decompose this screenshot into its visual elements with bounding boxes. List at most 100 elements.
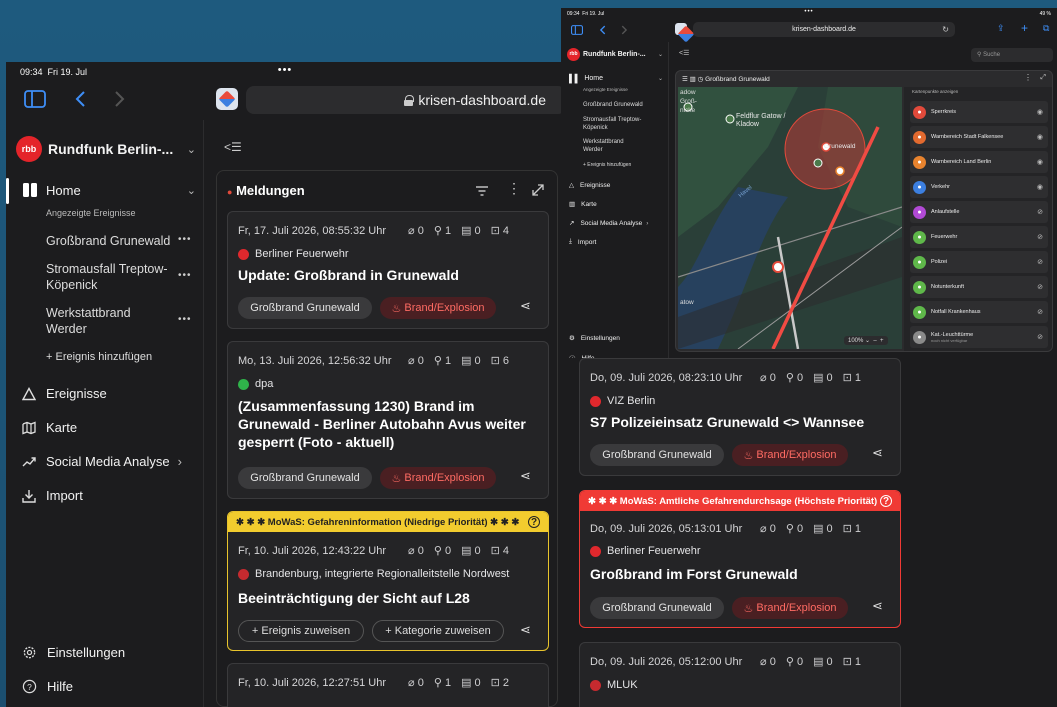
new-tab-icon[interactable]: + [1021,21,1028,35]
more-dots-icon[interactable]: ••• [178,270,192,281]
reload-icon[interactable]: ↻ [942,25,949,34]
more-dots-icon[interactable]: ••• [178,234,192,245]
message-card[interactable]: Mo, 13. Juli 2026, 12:56:32 Uhr ⌀ 0 ⚲ 1 … [227,341,549,499]
category-chip[interactable]: ♨ Brand/Explosion [732,597,848,619]
sidebar-event-3[interactable]: Werkstattbrand Werder [46,306,166,337]
expand-icon[interactable]: ⤢ [1040,74,1046,82]
assign-category-button[interactable]: + Kategorie zuweisen [372,620,504,642]
share-icon[interactable]: ⋖ [872,445,883,461]
category-chip[interactable]: ♨ Brand/Explosion [380,467,496,489]
sidebar-item-social-media[interactable]: Social Media Analyse › [22,454,196,469]
eye-off-icon[interactable]: ⊘ [1037,333,1043,341]
message-card[interactable]: Fr, 17. Juli 2026, 08:55:32 Uhr ⌀ 0 ⚲ 1 … [227,211,549,329]
sidebar-item-settings[interactable]: Einstellungen [22,645,125,660]
eye-off-icon[interactable]: ⊘ [1037,208,1043,216]
more-dots-icon[interactable]: ••• [178,314,192,325]
comment-count: ▤ 0 [813,371,833,384]
sidebar-event-2[interactable]: Stromausfall Treptow-Köpenick [46,262,182,293]
multitasking-dots-icon[interactable]: ••• [278,64,293,76]
mowas-message-card[interactable]: ✱ ✱ ✱ MoWaS: Amtliche Gefahrendurchsage … [579,490,901,628]
tabs-icon[interactable]: ⧉ [1043,23,1049,34]
chevron-down-icon[interactable]: ⌄ [187,184,196,197]
layer-toggle[interactable]: ● Kat.-Leuchttürme noch nicht verfügbar ⊘ [910,326,1048,348]
layer-toggle[interactable]: ● Sperrkreis ◉ [910,101,1048,123]
sidebar-event-1[interactable]: Großbrand Grunewald [46,234,176,248]
eye-off-icon[interactable]: ⊘ [1037,233,1043,241]
layer-toggle[interactable]: ● Verkehr ◉ [910,176,1048,198]
layer-toggle[interactable]: ● Notunterkunft ⊘ [910,276,1048,298]
add-event-button[interactable]: + Ereignis hinzufügen [583,162,631,168]
sidebar-event-3[interactable]: Werkstattbrand Werder [583,139,638,155]
zoom-control[interactable]: 100% ⌄ – + [844,336,888,345]
event-chip[interactable]: Großbrand Grunewald [238,297,372,319]
more-vertical-icon[interactable]: ⋮ [1024,73,1032,82]
sidebar-event-2[interactable]: Stromausfall Treptow-Köpenick [583,117,657,133]
event-chip[interactable]: Großbrand Grunewald [238,467,372,489]
url-bar[interactable]: krisen-dashboard.de ↻ [693,22,955,37]
search-field[interactable]: ⚲ Suche [971,48,1053,62]
layer-toggle[interactable]: ● Notfall Krankenhaus ⊘ [910,301,1048,323]
back-chevron-icon[interactable] [74,90,86,108]
sidebar-item-import[interactable]: Import [22,488,83,503]
eye-off-icon[interactable]: ⊘ [1037,308,1043,316]
eye-off-icon[interactable]: ⊘ [1037,258,1043,266]
event-chip[interactable]: Großbrand Grunewald [590,444,724,466]
eye-icon[interactable]: ◉ [1037,158,1043,166]
share-icon[interactable]: ⋖ [520,298,531,314]
sidebar-item-home[interactable]: ▌▌ Home ⌄ [569,74,663,83]
sidebar-item-help[interactable]: ? Hilfe [22,679,73,694]
sidebar-item-map[interactable]: Karte [22,420,77,435]
sidebar-item-import[interactable]: ⤓ Import [569,238,596,246]
eye-icon[interactable]: ◉ [1037,108,1043,116]
sidebar-item-map[interactable]: ▥ Karte [569,200,597,209]
share-icon[interactable]: ⋖ [872,598,883,614]
message-card[interactable]: Do, 09. Juli 2026, 05:12:00 Uhr ⌀ 0 ⚲ 0 … [579,642,901,707]
layer-toggle[interactable]: ● Warnbereich Stadt Falkensee ◉ [910,126,1048,148]
sidebar-item-social-media[interactable]: ↗ Social Media Analyse › [569,219,648,228]
sidebar-event-1[interactable]: Großbrand Grunewald [583,102,643,108]
category-chip[interactable]: ♨ Brand/Explosion [380,297,496,319]
layer-toggle[interactable]: ● Polizei ⊘ [910,251,1048,273]
eye-icon[interactable]: ◉ [1037,183,1043,191]
sidebar-item-settings[interactable]: ⚙ Einstellungen [569,334,620,343]
back-chevron-icon[interactable] [599,25,606,35]
url-bar[interactable]: krisen-dashboard.de [246,86,564,114]
sidebar-item-home[interactable]: Home ⌄ [22,182,196,198]
layer-toggle[interactable]: ● Anlaufstelle ⊘ [910,201,1048,223]
sidebar-toggle-icon[interactable] [24,90,46,108]
clock-icon[interactable]: ◷ [698,76,704,83]
org-switcher[interactable]: rbb Rundfunk Berlin-... ⌄ [16,136,196,162]
collapse-sidebar-icon[interactable]: <☰ [224,140,242,154]
multitasking-dots-icon[interactable]: ••• [804,9,813,15]
forward-chevron-icon[interactable] [114,90,126,108]
forward-chevron-icon[interactable] [621,25,628,35]
sidebar-item-events[interactable]: △ Ereignisse [569,181,610,190]
share-icon[interactable]: ⇪ [997,23,1005,34]
layer-toggle[interactable]: ● Warnbereich Land Berlin ◉ [910,151,1048,173]
sidebar-item-events[interactable]: Ereignisse [22,386,107,401]
eye-icon[interactable]: ◉ [1037,133,1043,141]
event-chip[interactable]: Großbrand Grunewald [590,597,724,619]
filter-icon[interactable] [475,185,489,197]
help-circle-icon[interactable]: ? [880,495,892,507]
message-card[interactable]: Do, 09. Juli 2026, 08:23:10 Uhr ⌀ 0 ⚲ 0 … [579,358,901,476]
assign-event-button[interactable]: + Ereignis zuweisen [238,620,364,642]
mowas-message-card[interactable]: ✱ ✱ ✱ MoWaS: Gefahreninformation (Niedri… [227,511,549,651]
share-icon[interactable]: ⋖ [520,468,531,484]
category-chip[interactable]: ♨ Brand/Explosion [732,444,848,466]
message-card[interactable]: Fr, 10. Juli 2026, 12:27:51 Uhr ⌀ 0 ⚲ 1 … [227,663,549,707]
eye-off-icon[interactable]: ⊘ [1037,283,1043,291]
list-icon[interactable]: ☰ [682,76,688,83]
add-event-button[interactable]: + Ereignis hinzufügen [46,351,152,363]
org-switcher[interactable]: rbb Rundfunk Berlin-... ⌄ [567,48,663,61]
help-circle-icon[interactable]: ? [528,516,540,528]
more-vertical-icon[interactable]: ⋮ [507,180,521,197]
collapse-sidebar-icon[interactable]: <☰ [679,49,689,57]
share-icon[interactable]: ⋖ [520,622,531,638]
map-icon[interactable]: ▥ [690,76,696,83]
expand-icon[interactable] [531,183,545,197]
sidebar-toggle-icon[interactable] [571,25,583,35]
feed-panel: Do, 09. Juli 2026, 08:23:10 Uhr ⌀ 0 ⚲ 0 … [567,358,925,707]
layer-toggle[interactable]: ● Feuerwehr ⊘ [910,226,1048,248]
pin-icon: ⚲ [433,225,445,237]
